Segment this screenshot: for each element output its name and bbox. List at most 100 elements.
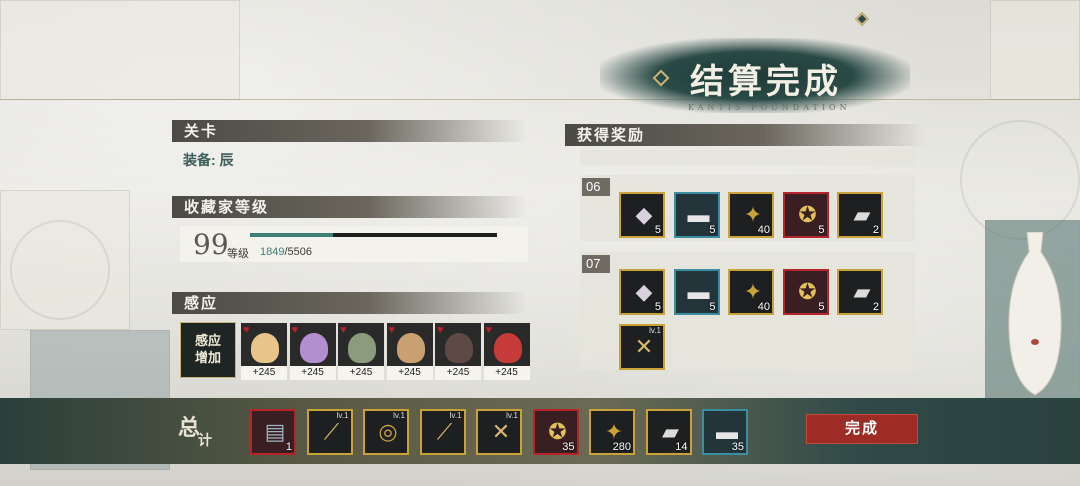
item-slot[interactable]: ▤ 1 <box>250 409 296 455</box>
background-paper <box>990 0 1080 100</box>
item-count: 2 <box>872 224 879 236</box>
character-card[interactable]: ♥ +245 <box>241 323 287 381</box>
item-level: lv.1 <box>393 411 405 420</box>
item-slot[interactable]: ▰ 2 <box>837 269 883 315</box>
item-count: 14 <box>675 441 688 453</box>
anvil-icon: ▰ <box>853 279 871 304</box>
item-slot[interactable]: ▬ 5 <box>673 269 720 315</box>
heart-icon: ♥ <box>291 324 299 336</box>
item-slot[interactable]: ✪ 35 <box>532 409 579 455</box>
exp-value: 1849/5506 <box>260 246 312 258</box>
character-bonus: +245 <box>435 366 481 380</box>
character-portrait: ♥ <box>241 323 287 366</box>
collector-level-unit: 等级 <box>227 248 249 260</box>
vase-icon <box>1008 232 1062 396</box>
equipment-label: 装备: 辰 <box>183 152 234 168</box>
item-slot[interactable]: ✦ 280 <box>589 409 635 455</box>
resonance-tag-line2: 增加 <box>194 351 221 366</box>
exp-progress-fill <box>250 233 333 237</box>
background-paper <box>0 0 240 100</box>
character-face <box>299 333 328 363</box>
character-bonus: +245 <box>289 366 336 380</box>
heart-icon: ♥ <box>485 324 493 336</box>
background-sketch <box>960 120 1080 240</box>
character-portrait: ♥ <box>386 323 433 366</box>
item-slot[interactable]: ▰ 14 <box>645 409 692 455</box>
character-bonus: +245 <box>386 366 433 380</box>
item-slot[interactable]: ▬ 35 <box>702 409 748 455</box>
collector-level-number: 99 <box>193 228 229 261</box>
stage-header: 关卡 <box>172 120 527 142</box>
character-portrait: ♥ <box>435 323 481 366</box>
heart-icon: ♥ <box>340 324 347 336</box>
done-button[interactable]: 完成 <box>806 414 918 444</box>
exp-max: /5506 <box>284 246 313 258</box>
character-face <box>251 333 279 363</box>
item-level: lv.1 <box>506 411 518 420</box>
item-count: 280 <box>612 441 631 453</box>
header-divider <box>0 99 1080 100</box>
item-slot[interactable]: ✦ 40 <box>728 269 774 315</box>
character-bonus: +245 <box>338 366 384 380</box>
resonance-header: 感应 <box>172 292 527 314</box>
character-face <box>445 333 473 363</box>
item-slot[interactable]: ✪ 5 <box>782 192 829 238</box>
spear-icon: ⟋ <box>436 419 453 444</box>
item-level: lv.1 <box>449 411 462 420</box>
exp-progress-bar <box>250 233 497 237</box>
item-slot[interactable]: ✕ lv.1 <box>619 324 665 370</box>
item-count: 5 <box>818 224 825 236</box>
rewards-header: 获得奖励 <box>565 124 925 146</box>
item-slot[interactable]: ⟋ lv.1 <box>306 409 353 455</box>
collector-level-panel: 99 等级 1849/5506 <box>180 226 528 262</box>
item-slot[interactable]: ▬ 5 <box>673 192 720 238</box>
item-count: 40 <box>757 224 770 236</box>
heart-icon: ♥ <box>243 324 250 336</box>
character-card[interactable]: ♥ +245 <box>483 323 530 381</box>
character-card[interactable]: ♥ +245 <box>338 323 384 381</box>
document-icon: ▤ <box>264 419 286 444</box>
item-slot[interactable]: ✕ lv.1 <box>476 409 522 455</box>
character-portrait: ♥ <box>289 323 336 366</box>
collector-level-header: 收藏家等级 <box>172 196 527 218</box>
item-count: 5 <box>654 224 661 236</box>
total-label: 总计 <box>178 410 214 449</box>
resonance-tag-line1: 感应 <box>194 334 221 349</box>
item-count: 5 <box>818 301 825 313</box>
total-label-main: 总 <box>178 415 201 441</box>
ore-icon: ◆ <box>635 279 653 304</box>
item-count: 1 <box>285 441 292 453</box>
exp-current: 1849 <box>260 246 285 258</box>
spear-icon: ⟋ <box>323 419 340 444</box>
item-count: 5 <box>709 301 716 313</box>
ore-icon: ◆ <box>635 202 653 227</box>
item-slot[interactable]: ◆ 5 <box>619 192 665 238</box>
heart-icon: ♥ <box>437 324 444 336</box>
reward-block-label: 07 <box>582 255 610 273</box>
item-level: lv.1 <box>336 411 349 420</box>
item-count: 40 <box>757 301 770 313</box>
character-face <box>348 333 376 363</box>
character-bonus: +245 <box>483 366 530 380</box>
character-portrait: ♥ <box>338 323 384 366</box>
resonance-bonus-tag: 感应 增加 <box>180 322 236 378</box>
character-card[interactable]: ♥ +245 <box>435 323 481 381</box>
item-slot[interactable]: ✪ 5 <box>782 269 829 315</box>
item-level: lv.1 <box>649 326 661 335</box>
character-bonus: +245 <box>241 366 287 380</box>
item-count: 5 <box>654 301 661 313</box>
character-face <box>493 333 522 363</box>
page-subtitle: KANTIS FOUNDATION <box>688 103 851 112</box>
crossbow-icon: ✕ <box>634 334 654 359</box>
item-slot[interactable]: ◆ 5 <box>619 269 665 315</box>
character-card[interactable]: ♥ +245 <box>289 323 336 381</box>
reward-scroll-top <box>580 150 915 165</box>
character-card[interactable]: ♥ +245 <box>386 323 433 381</box>
item-count: 35 <box>731 441 744 453</box>
item-slot[interactable]: ✦ 40 <box>728 192 774 238</box>
page-title: 结算完成 <box>690 62 842 102</box>
item-slot[interactable]: ▰ 2 <box>837 192 883 238</box>
crossbow-icon: ✕ <box>491 419 511 444</box>
item-slot[interactable]: ◎ lv.1 <box>363 409 409 455</box>
item-slot[interactable]: ⟋ lv.1 <box>419 409 466 455</box>
